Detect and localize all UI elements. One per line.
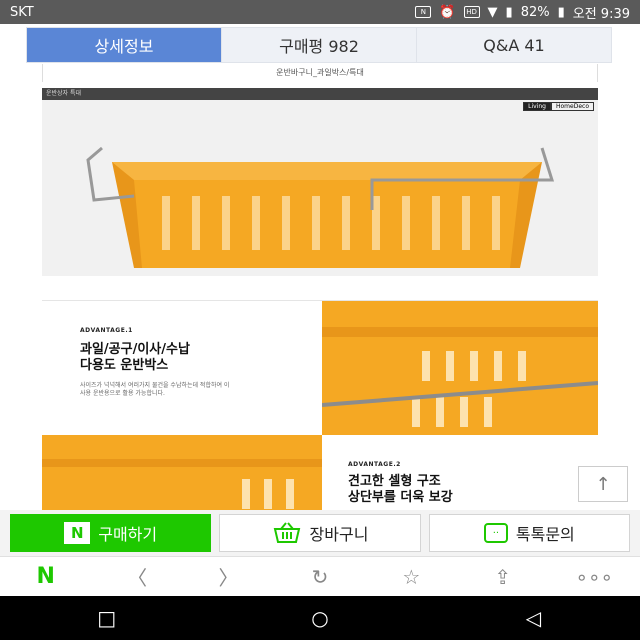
naver-icon: N <box>64 522 91 544</box>
battery-icon: ▮ <box>557 4 565 20</box>
section-header: 운반상자 특대 <box>42 88 598 100</box>
advantage-1-title-line: 다용도 운반박스 <box>80 358 169 373</box>
signal-icon: ▮ <box>505 4 513 20</box>
star-icon[interactable]: ☆ <box>389 565 433 589</box>
back-icon[interactable]: 〈 <box>115 562 159 591</box>
alarm-icon: ⏰ <box>439 4 456 20</box>
arrow-up-icon: ↑ <box>595 473 611 495</box>
chat-icon: ·· <box>483 523 508 543</box>
clock: 오전 9:39 <box>572 6 630 22</box>
buy-button-label: 구매하기 <box>98 525 158 544</box>
status-bar: SKT N ⏰ HD ▼ ▮ 82% ▮ 오전 9:39 <box>0 0 640 24</box>
refresh-icon[interactable]: ↻ <box>298 565 342 589</box>
brand-tags: Living HomeDeco <box>523 102 594 111</box>
advantages-panel: ADVANTAGE.1 과일/공구/이사/수납 다용도 운반박스 사이즈가 넉넉… <box>42 300 598 514</box>
product-detail-content: 운반바구니_과일박스/특대 운반상자 특대 Living HomeDeco AD… <box>42 64 598 514</box>
detail-tabs: 상세정보 구매평 982 Q&A 41 <box>26 27 612 63</box>
advantage-2-title-line: 상단부를 더욱 보강 <box>348 490 453 505</box>
share-icon[interactable]: ⇪ <box>481 565 525 589</box>
advantage-2-label: ADVANTAGE.2 <box>348 461 401 468</box>
advantage-2: ADVANTAGE.2 견고한 셀형 구조 상단부를 더욱 보강 <box>322 435 598 514</box>
advantage-1-body: 사이즈가 넉넉해서 여러가지 물건을 수납하는데 적합하여 이사용 운반용으로 … <box>80 382 230 397</box>
basket-closeup-image <box>322 301 598 435</box>
advantage-1-label: ADVANTAGE.1 <box>80 327 133 334</box>
advantage-2-title: 견고한 셀형 구조 상단부를 더욱 보강 <box>348 474 598 506</box>
system-nav-bar: □ ○ ◁ <box>0 596 640 640</box>
product-caption: 운반바구니_과일박스/특대 <box>42 64 598 82</box>
advantage-2-title-line: 견고한 셀형 구조 <box>348 474 441 489</box>
tab-reviews[interactable]: 구매평 982 <box>221 28 416 62</box>
basket-photo: Living HomeDeco <box>42 100 598 276</box>
talk-inquiry-label: 톡톡문의 <box>515 525 575 544</box>
advantage-1-title-line: 과일/공구/이사/수납 <box>80 342 190 357</box>
hd-voice-icon: HD <box>463 6 480 18</box>
scroll-top-button[interactable]: ↑ <box>578 466 628 502</box>
recent-apps-icon[interactable]: □ <box>77 606 137 630</box>
more-icon[interactable]: ∘∘∘ <box>572 565 616 589</box>
back-nav-icon[interactable]: ◁ <box>503 606 563 630</box>
tag-living: Living <box>523 102 551 111</box>
advantage-1: ADVANTAGE.1 과일/공구/이사/수납 다용도 운반박스 사이즈가 넉넉… <box>42 301 322 435</box>
basket-rim-image <box>42 435 322 514</box>
talk-inquiry-button[interactable]: ·· 톡톡문의 <box>428 514 630 552</box>
advantage-1-title: 과일/공구/이사/수납 다용도 운반박스 <box>80 342 322 374</box>
carrier-name: SKT <box>10 4 34 20</box>
status-icons: N ⏰ HD ▼ ▮ 82% ▮ 오전 9:39 <box>415 3 630 22</box>
tab-qna[interactable]: Q&A 41 <box>416 28 611 62</box>
buy-button[interactable]: N 구매하기 <box>10 514 212 552</box>
battery-percent: 82% <box>520 4 550 20</box>
basket-icon <box>273 522 300 543</box>
cart-button-label: 장바구니 <box>309 525 369 544</box>
tag-homedeco: HomeDeco <box>551 102 594 111</box>
tab-details[interactable]: 상세정보 <box>27 28 221 62</box>
forward-icon[interactable]: 〉 <box>207 562 251 591</box>
cart-button[interactable]: 장바구니 <box>219 514 421 552</box>
nfc-icon: N <box>415 6 432 18</box>
wifi-icon: ▼ <box>487 4 498 20</box>
orange-basket-image <box>86 146 555 268</box>
browser-toolbar: N 〈 〉 ↻ ☆ ⇪ ∘∘∘ <box>0 556 640 596</box>
naver-home-icon[interactable]: N <box>24 564 68 589</box>
purchase-action-bar: N 구매하기 장바구니 ·· 톡톡문의 <box>0 510 640 556</box>
home-icon[interactable]: ○ <box>290 606 350 630</box>
